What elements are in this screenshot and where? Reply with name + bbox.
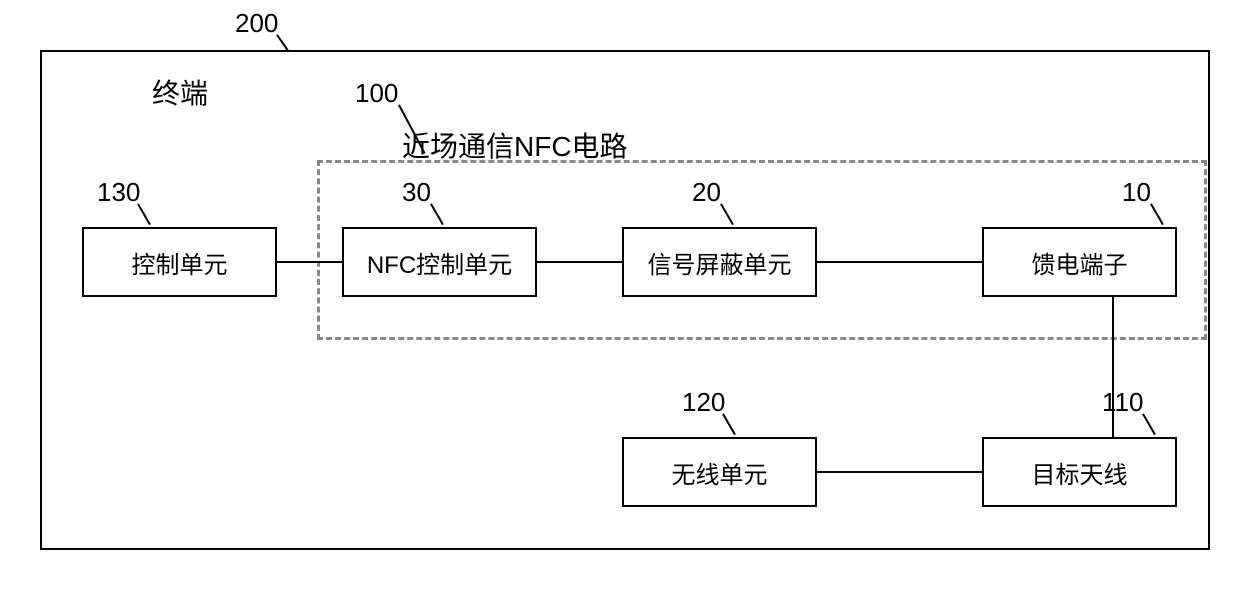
leader-130 — [137, 204, 150, 226]
ref-130: 130 — [97, 177, 140, 208]
connector-wireless-antenna — [817, 471, 982, 473]
control-unit-block: 控制单元 — [82, 227, 277, 297]
target-antenna-text: 目标天线 — [1032, 455, 1128, 490]
nfc-control-unit-block: NFC控制单元 — [342, 227, 537, 297]
signal-shield-unit-text: 信号屏蔽单元 — [648, 245, 792, 280]
ref-10: 10 — [1122, 177, 1151, 208]
feed-terminal-text: 馈电端子 — [1032, 245, 1128, 280]
control-unit-text: 控制单元 — [132, 245, 228, 280]
terminal-container: 终端 近场通信NFC电路 控制单元 NFC控制单元 信号屏蔽单元 馈电端子 无线… — [40, 50, 1210, 550]
feed-terminal-block: 馈电端子 — [982, 227, 1177, 297]
terminal-label: 终端 — [152, 72, 208, 112]
connector-feed-antenna — [1112, 297, 1114, 437]
nfc-control-unit-text: NFC控制单元 — [367, 245, 512, 280]
ref-30: 30 — [402, 177, 431, 208]
ref-120: 120 — [682, 387, 725, 418]
signal-shield-unit-block: 信号屏蔽单元 — [622, 227, 817, 297]
nfc-circuit-title: 近场通信NFC电路 — [402, 125, 628, 165]
leader-110 — [1142, 414, 1155, 436]
ref-100: 100 — [355, 78, 398, 109]
wireless-unit-block: 无线单元 — [622, 437, 817, 507]
connector-nfc-shield — [537, 261, 622, 263]
wireless-unit-text: 无线单元 — [672, 455, 768, 490]
ref-20: 20 — [692, 177, 721, 208]
ref-200: 200 — [235, 8, 278, 39]
leader-120 — [722, 414, 735, 436]
ref-110: 110 — [1102, 387, 1143, 418]
connector-shield-feed — [817, 261, 982, 263]
connector-control-nfc — [277, 261, 342, 263]
target-antenna-block: 目标天线 — [982, 437, 1177, 507]
